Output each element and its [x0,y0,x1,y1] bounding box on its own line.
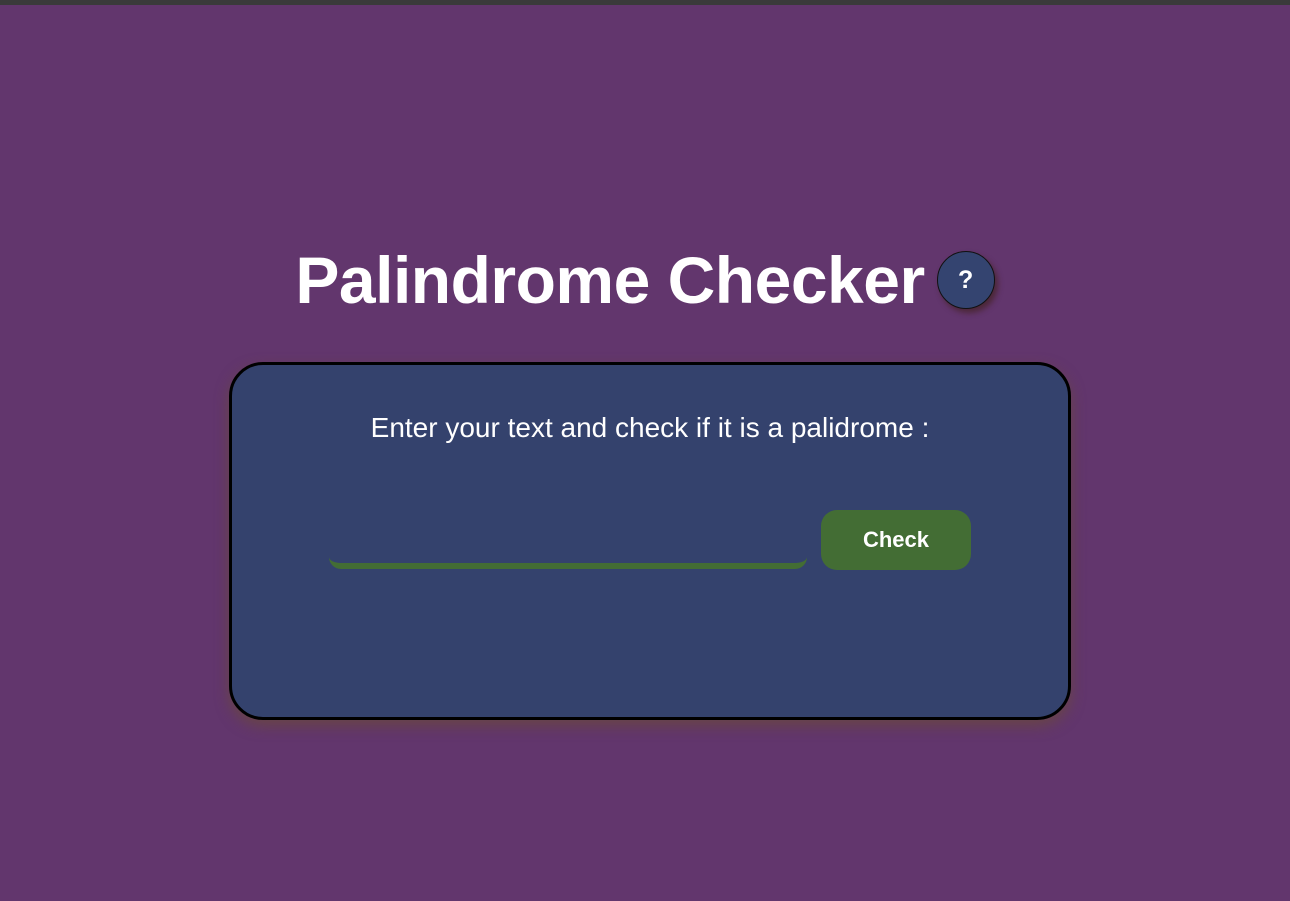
top-strip [0,0,1290,5]
check-button[interactable]: Check [821,510,971,570]
help-button[interactable]: ? [936,251,995,309]
text-input[interactable] [329,517,807,569]
checker-card: Enter your text and check if it is a pal… [229,362,1071,720]
header: Palindrome Checker ? [0,238,1290,322]
page-title: Palindrome Checker [295,243,925,317]
prompt-text: Enter your text and check if it is a pal… [370,412,930,443]
question-mark-icon: ? [957,265,974,294]
